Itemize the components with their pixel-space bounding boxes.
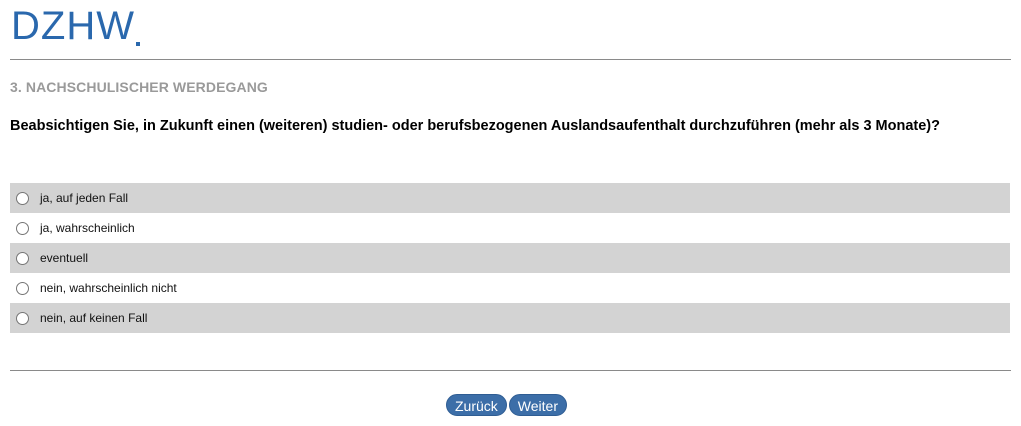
option-label[interactable]: eventuell (40, 251, 88, 265)
navigation-buttons: Zurück Weiter (446, 394, 567, 416)
footer-divider (10, 370, 1011, 371)
option-row[interactable]: ja, wahrscheinlich (10, 213, 1010, 243)
option-label[interactable]: ja, auf jeden Fall (40, 191, 128, 205)
option-row[interactable]: nein, auf keinen Fall (10, 303, 1010, 333)
back-button[interactable]: Zurück (446, 394, 507, 416)
radio-button[interactable] (16, 221, 29, 235)
option-label[interactable]: nein, auf keinen Fall (40, 311, 147, 325)
radio-button[interactable] (16, 251, 29, 265)
option-row[interactable]: ja, auf jeden Fall (10, 183, 1010, 213)
question-text: Beabsichtigen Sie, in Zukunft einen (wei… (10, 118, 940, 134)
radio-button[interactable] (16, 281, 29, 295)
option-row[interactable]: eventuell (10, 243, 1010, 273)
header-divider (10, 59, 1011, 60)
next-button[interactable]: Weiter (508, 394, 567, 416)
logo-text: DZHW (11, 4, 135, 48)
dzhw-logo: DZHW (11, 6, 140, 46)
radio-button[interactable] (16, 311, 29, 325)
option-row[interactable]: nein, wahrscheinlich nicht (10, 273, 1010, 303)
option-label[interactable]: nein, wahrscheinlich nicht (40, 281, 177, 295)
logo-dot (135, 42, 140, 46)
section-title: 3. NACHSCHULISCHER WERDEGANG (10, 79, 268, 95)
option-label[interactable]: ja, wahrscheinlich (40, 221, 135, 235)
radio-button[interactable] (16, 191, 29, 205)
answer-options: ja, auf jeden Fall ja, wahrscheinlich ev… (10, 183, 1010, 333)
